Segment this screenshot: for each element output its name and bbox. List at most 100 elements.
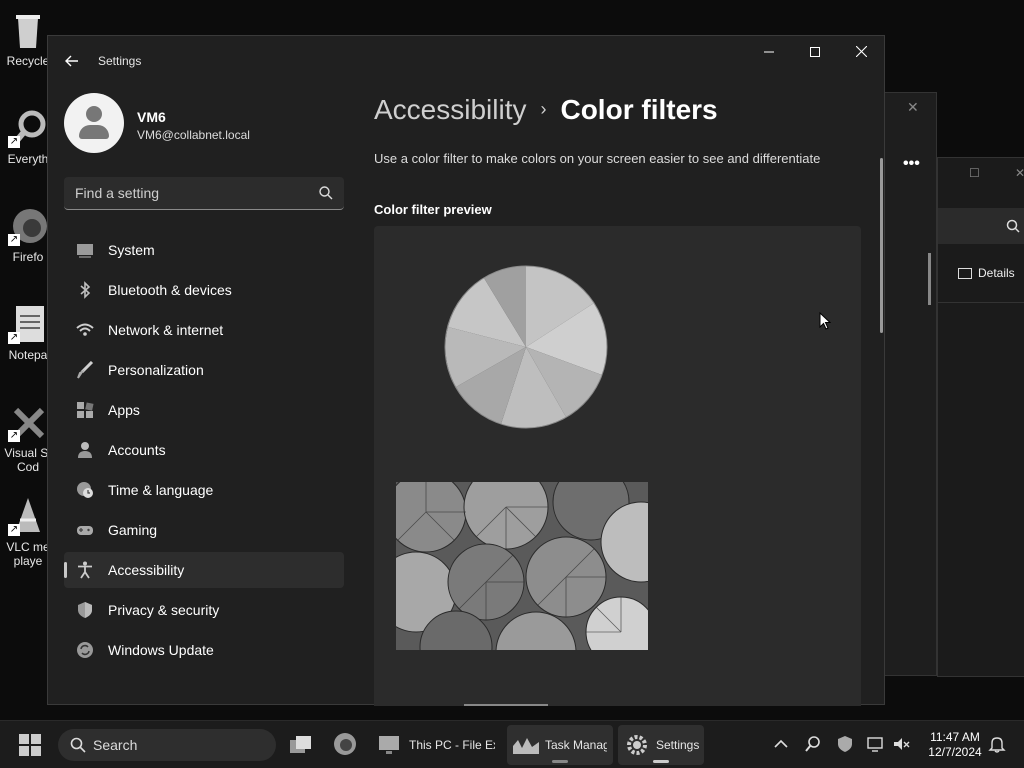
vertical-scrollbar[interactable] — [880, 158, 883, 333]
clock-time: 11:47 AM — [930, 730, 980, 744]
details-button[interactable]: Details — [958, 266, 1015, 280]
shortcut-arrow-icon: ↗ — [8, 234, 20, 246]
color-filter-preview — [374, 226, 861, 706]
chevron-up-icon[interactable] — [772, 735, 790, 753]
monitor-icon — [379, 736, 399, 754]
close-icon[interactable]: ✕ — [907, 99, 919, 116]
find-setting-search[interactable] — [64, 177, 344, 210]
search-input[interactable] — [64, 177, 304, 209]
magnifier-icon[interactable] — [804, 735, 822, 753]
bluetooth-icon — [80, 281, 91, 299]
recycle-bin-icon — [8, 10, 48, 50]
minimize-button[interactable] — [746, 36, 792, 68]
notification-bell-icon[interactable] — [988, 735, 1006, 753]
settings-window: Settings VM6 VM6@collabnet.local System … — [47, 35, 885, 706]
settings-gear-icon — [627, 735, 647, 755]
vscode-icon: ↗ — [8, 402, 48, 442]
task-view-button[interactable] — [288, 733, 314, 757]
sidebar-item-system[interactable]: System — [64, 232, 344, 268]
horizontal-scroll-indicator[interactable] — [464, 704, 548, 706]
system-clock[interactable]: 11:47 AM 12/7/2024 — [920, 730, 990, 760]
sidebar-item-network[interactable]: Network & internet — [64, 312, 344, 348]
apps-icon — [77, 402, 94, 418]
firefox-icon: ↗ — [8, 206, 48, 246]
sidebar-item-label: Gaming — [108, 522, 158, 538]
sidebar-item-label: Privacy & security — [108, 602, 220, 618]
sidebar-item-gaming[interactable]: Gaming — [64, 512, 344, 548]
preview-photo-image — [396, 482, 648, 650]
sidebar-item-label: Accessibility — [108, 562, 185, 578]
back-button[interactable] — [62, 50, 82, 72]
details-icon — [958, 268, 972, 280]
breadcrumb-separator: › — [540, 99, 547, 119]
everything-search-icon: ↗ — [8, 108, 48, 148]
sidebar-item-personalization[interactable]: Personalization — [64, 352, 344, 388]
profile-name: VM6 — [137, 109, 166, 125]
network-icon[interactable] — [866, 735, 884, 753]
vlc-icon: ↗ — [8, 496, 48, 536]
notepad-icon: ↗ — [8, 304, 48, 344]
defender-shield-icon[interactable] — [836, 735, 854, 753]
maximize-button[interactable] — [792, 36, 838, 68]
avatar-body — [79, 125, 109, 139]
sidebar-item-label: Personalization — [108, 362, 204, 378]
page-description: Use a color filter to make colors on you… — [374, 151, 821, 166]
taskbar-firefox[interactable] — [332, 731, 358, 757]
sidebar-item-label: Time & language — [108, 482, 214, 498]
mouse-cursor-icon — [819, 312, 831, 330]
wifi-icon — [76, 323, 94, 336]
more-options-icon[interactable]: ••• — [903, 155, 920, 173]
sidebar-item-accessibility[interactable]: Accessibility — [64, 552, 344, 588]
shortcut-arrow-icon: ↗ — [8, 332, 20, 344]
accessibility-icon — [78, 561, 92, 579]
sidebar-item-time-language[interactable]: Time & language — [64, 472, 344, 508]
update-icon — [77, 642, 93, 658]
sidebar-item-accounts[interactable]: Accounts — [64, 432, 344, 468]
start-button[interactable] — [18, 733, 42, 757]
taskbar-app-label: Task Manag — [545, 738, 607, 752]
sidebar-item-label: System — [108, 242, 155, 258]
profile-email: VM6@collabnet.local — [137, 128, 250, 142]
avatar[interactable] — [64, 93, 124, 153]
taskbar-app-settings[interactable]: Settings — [618, 725, 704, 765]
title-bar: Settings — [48, 36, 884, 86]
sidebar-item-bluetooth[interactable]: Bluetooth & devices — [64, 272, 344, 308]
search-icon — [1006, 219, 1020, 233]
divider — [938, 302, 1024, 303]
active-indicator — [64, 562, 67, 578]
person-icon — [78, 442, 92, 458]
shortcut-arrow-icon: ↗ — [8, 524, 20, 536]
volume-muted-icon[interactable] — [892, 735, 910, 753]
taskbar-search-label: Search — [93, 737, 138, 753]
sidebar-item-apps[interactable]: Apps — [64, 392, 344, 428]
avatar-head — [86, 106, 102, 122]
maximize-icon[interactable]: ☐ — [969, 166, 980, 180]
sidebar-item-label: Windows Update — [108, 642, 214, 658]
task-manager-icon — [513, 738, 539, 754]
minimize-icon — [764, 51, 774, 53]
sidebar-item-windows-update[interactable]: Windows Update — [64, 632, 344, 668]
sidebar-item-label: Apps — [108, 402, 140, 418]
details-label: Details — [978, 266, 1015, 280]
app-title: Settings — [98, 54, 142, 68]
sidebar-item-privacy-security[interactable]: Privacy & security — [64, 592, 344, 628]
close-button[interactable] — [838, 36, 884, 68]
taskbar-search[interactable]: Search — [58, 729, 276, 761]
taskbar-app-label: This PC - File Exp — [409, 738, 495, 752]
section-label: Color filter preview — [374, 202, 492, 217]
arrow-left-icon — [65, 55, 78, 67]
close-icon[interactable]: ✕ — [1015, 166, 1024, 180]
taskbar-app-task-manager[interactable]: Task Manag — [507, 725, 613, 765]
close-icon — [855, 45, 867, 58]
background-window-file-explorer[interactable]: ☐ ✕ Details — [937, 157, 1024, 677]
breadcrumb: Accessibility › Color filters — [374, 94, 718, 134]
gamepad-icon — [77, 526, 93, 535]
search-bar[interactable] — [938, 208, 1024, 244]
search-icon — [319, 186, 333, 200]
system-icon — [77, 244, 93, 258]
scroll-thumb[interactable] — [928, 253, 931, 305]
breadcrumb-parent[interactable]: Accessibility — [374, 94, 526, 125]
taskbar-app-file-explorer[interactable]: This PC - File Exp — [368, 725, 498, 765]
firefox-icon — [334, 733, 356, 755]
preview-pie-image — [444, 265, 608, 429]
